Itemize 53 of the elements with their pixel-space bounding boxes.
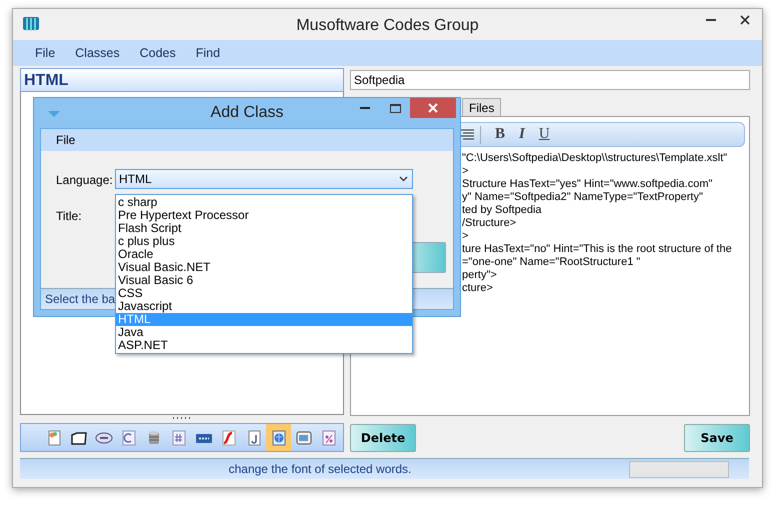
- language-label: Language:: [56, 173, 113, 187]
- underline-button[interactable]: U: [538, 126, 550, 143]
- code-line: Structure HasText="yes" Hint="www.softpedia.com": [462, 178, 714, 191]
- app-icon: [23, 17, 39, 32]
- code-line: perty">: [462, 269, 498, 282]
- pin-icon: [48, 108, 60, 118]
- code-line: ture HasText="no" Hint="This is the root structure of the: [462, 243, 733, 256]
- code-line: cture>: [462, 282, 494, 295]
- code-line: >: [462, 165, 470, 178]
- code-line: >: [462, 230, 470, 243]
- chevron-down-icon: [399, 176, 408, 182]
- align-icon[interactable]: [460, 128, 474, 140]
- globe-icon: [270, 428, 288, 446]
- close-icon: [428, 103, 438, 113]
- dropdown-option[interactable]: c sharp: [116, 196, 412, 209]
- menu-item[interactable]: File: [56, 133, 76, 147]
- save-button[interactable]: Save: [684, 424, 750, 452]
- dropdown-option[interactable]: Oracle: [116, 248, 412, 261]
- bold-button[interactable]: B: [495, 126, 506, 143]
- code-line: ted by Softpedia: [462, 204, 543, 217]
- code-line: y" Name="Softpedia2" NameType="TextProperty": [462, 191, 704, 204]
- title-label: Title:: [56, 209, 82, 223]
- menu-item[interactable]: File: [35, 46, 56, 60]
- maximize-icon: [390, 104, 400, 112]
- dropdown-option[interactable]: Javascript: [116, 300, 412, 313]
- dropdown-option[interactable]: ASP.NET: [116, 339, 412, 352]
- minimize-icon: [360, 106, 370, 110]
- dialog-title: Add Class: [210, 104, 284, 122]
- name-field[interactable]: Softpedia: [350, 70, 750, 90]
- grip-icon[interactable]: [172, 416, 192, 420]
- menu-item[interactable]: Codes: [140, 46, 176, 60]
- code-line: /Structure>: [462, 217, 518, 230]
- panel-header: HTML: [20, 68, 344, 92]
- dropdown-option[interactable]: CSS: [116, 287, 412, 300]
- action-button[interactable]: Delete: [350, 424, 416, 452]
- tab[interactable]: Files: [462, 98, 502, 116]
- close-icon: [740, 15, 750, 25]
- dropdown-option[interactable]: c plus plus: [116, 235, 412, 248]
- code-line: ="one-one" Name="RootStructure1 ": [462, 256, 642, 269]
- minimize-icon: [706, 19, 716, 21]
- italic-button[interactable]: I: [519, 126, 525, 143]
- menu-item[interactable]: Find: [196, 46, 220, 60]
- dropdown-option[interactable]: Visual Basic.NET: [116, 261, 412, 274]
- dropdown-option[interactable]: Flash Script: [116, 222, 412, 235]
- dropdown-option[interactable]: Pre Hypertext Processor: [116, 209, 412, 222]
- dropdown-option[interactable]: Visual Basic 6: [116, 274, 412, 287]
- status-text: change the font of selected words.: [228, 462, 412, 476]
- menu-item[interactable]: Classes: [75, 46, 120, 60]
- dropdown-option[interactable]: Java: [116, 326, 412, 339]
- window-title: Musoftware Codes Group: [296, 17, 479, 35]
- code-line: "C:\Users\Softpedia\Desktop\\structures\Template.xslt": [462, 152, 728, 165]
- status-text: Select the ba: [45, 292, 116, 306]
- language-dropdown[interactable]: HTML: [115, 169, 413, 189]
